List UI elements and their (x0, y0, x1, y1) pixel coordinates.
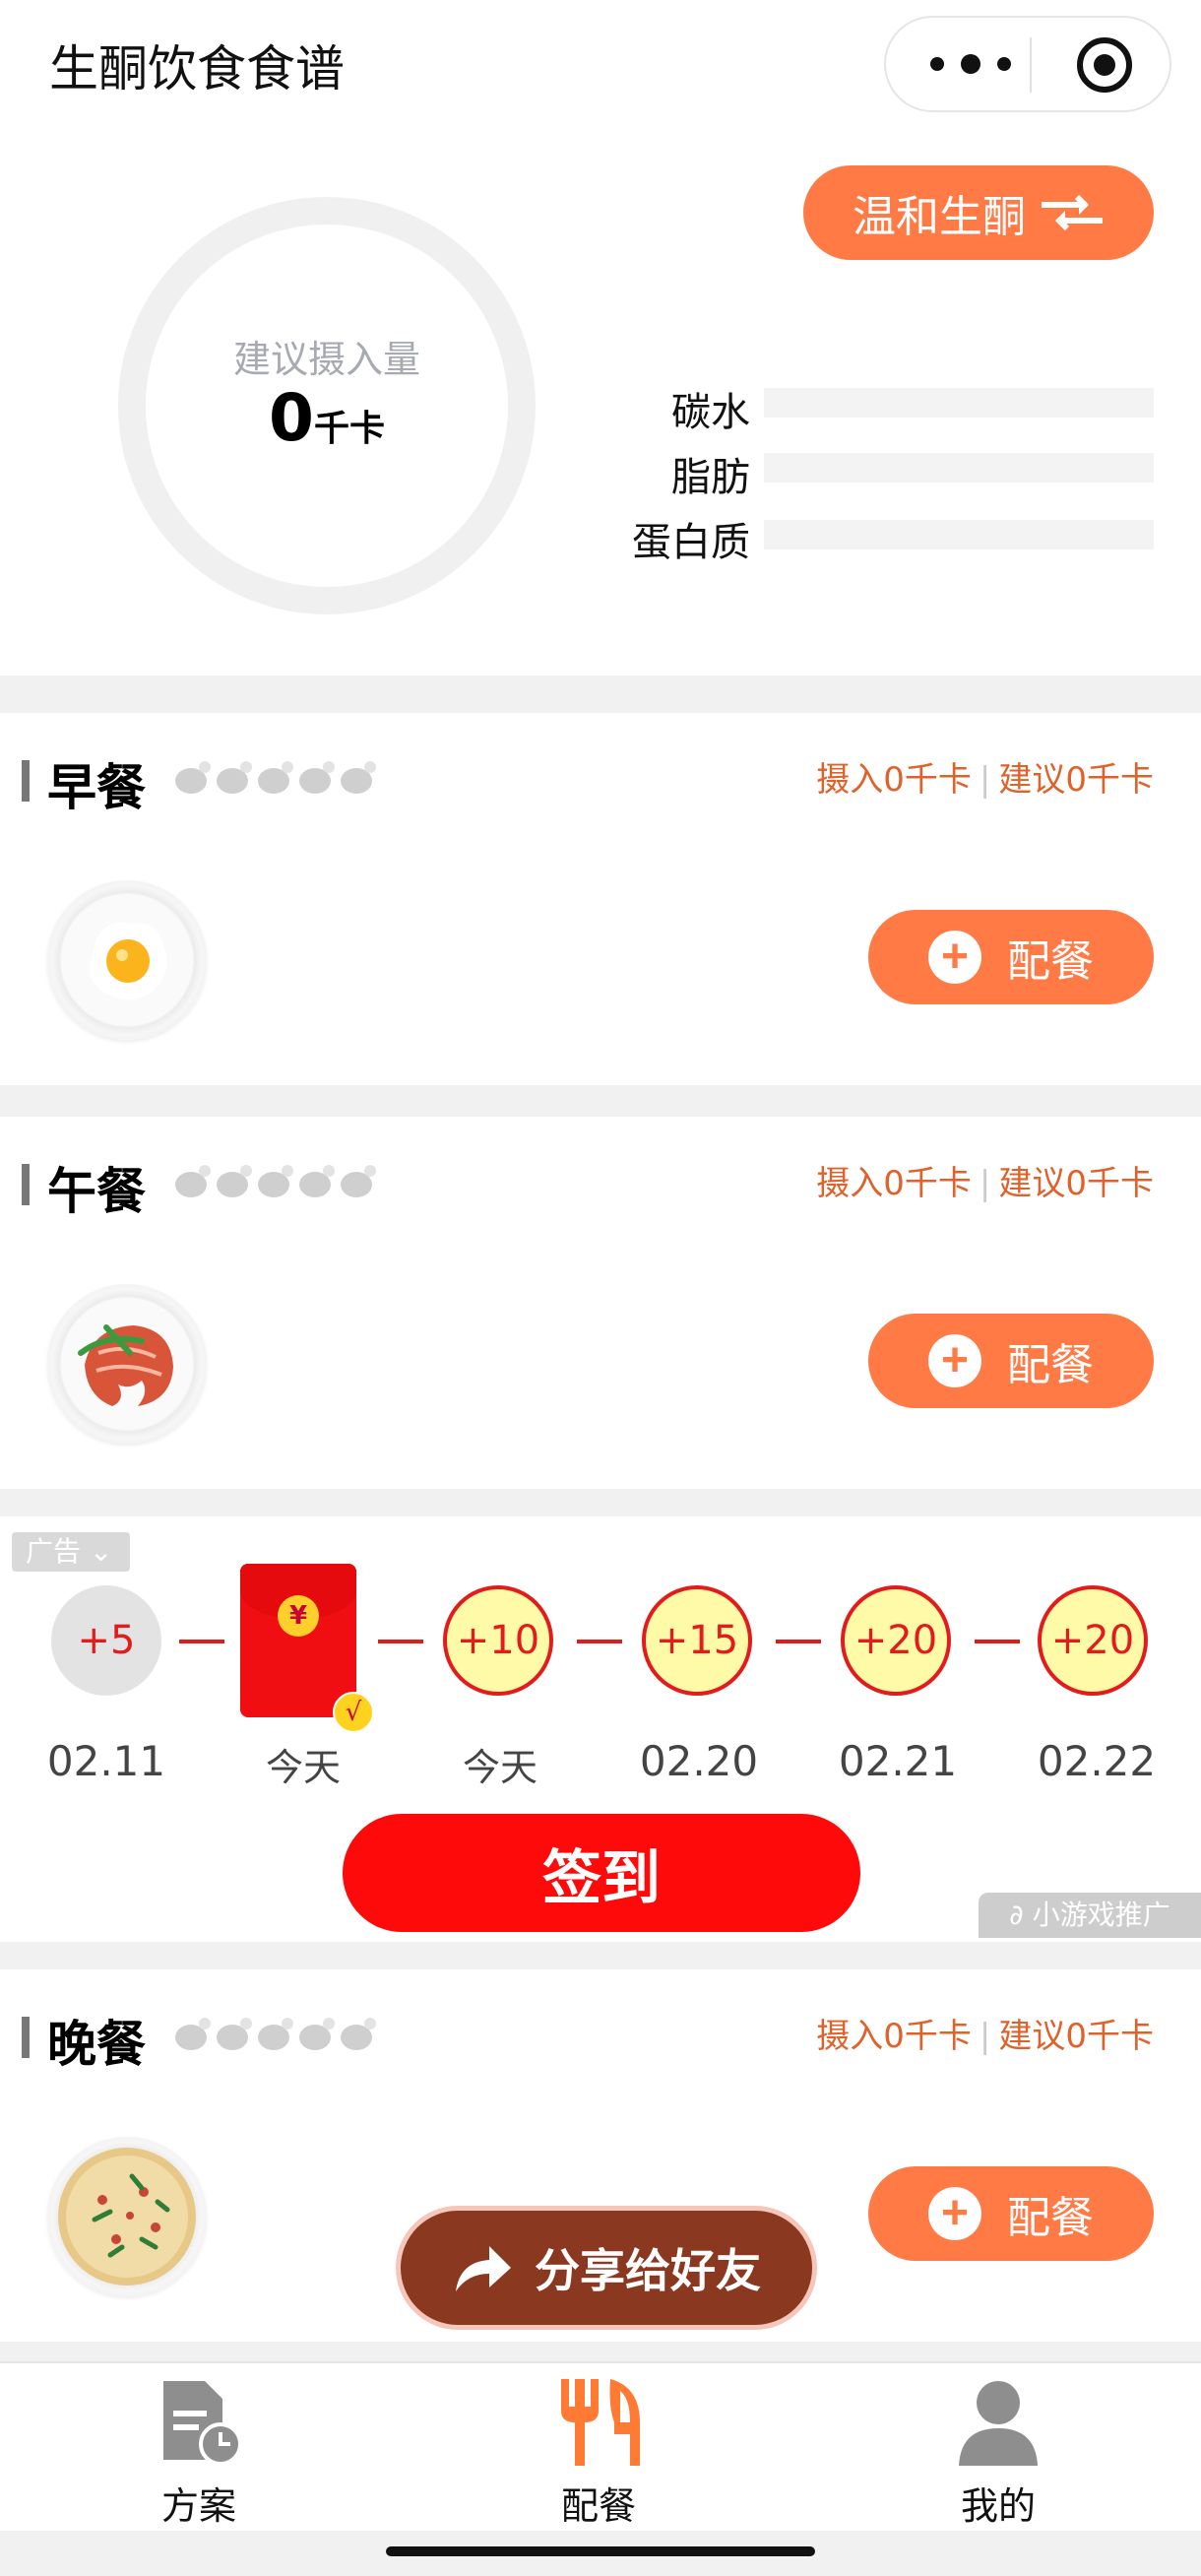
meal-intake: 摄入0千卡 (816, 1164, 972, 1203)
pizza-dish-icon (47, 2137, 207, 2296)
drumstick-rating-icon (175, 2018, 376, 2050)
meal-intake: 摄入0千卡 (816, 2017, 972, 2056)
fried-egg-icon (47, 880, 207, 1040)
checkin-connector (776, 1640, 821, 1643)
macro-fat-bar (764, 453, 1154, 483)
home-indicator (386, 2546, 815, 2556)
add-meal-button-dinner[interactable]: + 配餐 (868, 2166, 1154, 2261)
add-meal-label: 配餐 (1007, 937, 1094, 986)
add-meal-button-lunch[interactable]: + 配餐 (868, 1314, 1154, 1408)
add-meal-button-breakfast[interactable]: + 配餐 (868, 910, 1154, 1004)
tab-meal-label: 配餐 (560, 2484, 636, 2528)
checkin-connector (577, 1640, 622, 1643)
macro-fat-label: 脂肪 (671, 455, 750, 500)
meal-accent-bar (22, 2017, 30, 2058)
meal-suggest: 建议0千卡 (998, 2017, 1154, 2056)
info-separator: | (979, 2017, 991, 2056)
calorie-unit: 千卡 (313, 409, 385, 449)
checkin-bonus-day4: +15 (642, 1585, 752, 1696)
meal-accent-bar (22, 1164, 30, 1205)
macro-carbs-bar (764, 388, 1154, 418)
tab-plan[interactable]: 方案 (100, 2373, 297, 2528)
tab-meal[interactable]: 配餐 (500, 2373, 697, 2528)
add-meal-label: 配餐 (1007, 1341, 1094, 1389)
macro-protein-bar (764, 520, 1154, 549)
calorie-number: 0 (269, 380, 314, 456)
mini-game-promo-tag[interactable]: ∂ 小游戏推广 (979, 1893, 1201, 1938)
checkin-date: 02.21 (838, 1737, 958, 1785)
meal-accent-bar (22, 760, 30, 802)
tab-plan-label: 方案 (160, 2484, 236, 2528)
yuan-coin-icon: ¥ (278, 1595, 319, 1637)
checkin-bonus-day5: +20 (841, 1585, 951, 1696)
meal-calorie-info: 摄入0千卡 | 建议0千卡 (816, 2009, 1154, 2057)
macro-carbs-label: 碳水 (671, 390, 750, 435)
meal-title-lunch: 午餐 (47, 1163, 146, 1220)
tab-mine-label: 我的 (960, 2484, 1036, 2528)
checkin-connector (378, 1640, 423, 1643)
checkin-date: 02.20 (639, 1737, 759, 1785)
checkin-bonus-day3: +10 (443, 1585, 553, 1696)
close-miniprogram-icon[interactable] (1075, 35, 1134, 95)
chevron-down-icon: ⌄ (89, 1535, 113, 1568)
salmon-dish-icon (47, 1284, 207, 1444)
plus-icon: + (928, 1334, 981, 1387)
drumstick-rating-icon (175, 1165, 376, 1197)
share-label: 分享给好友 (535, 2245, 761, 2296)
diet-mode-button[interactable]: 温和生酮 (803, 165, 1154, 260)
miniprogram-capsule (884, 16, 1171, 112)
plan-icon (163, 2381, 242, 2466)
plus-icon: + (928, 931, 981, 984)
share-arrow-icon (456, 2246, 511, 2291)
red-envelope-icon: ¥ √ (240, 1564, 374, 1733)
checkin-connector (975, 1640, 1020, 1643)
info-separator: | (979, 1164, 991, 1203)
checkin-connector (179, 1640, 224, 1643)
user-icon (959, 2381, 1038, 2466)
checkin-bonus-day1: +5 (51, 1585, 161, 1696)
ad-tag[interactable]: 广告 ⌄ (12, 1532, 130, 1572)
meal-intake: 摄入0千卡 (816, 760, 972, 800)
add-meal-label: 配餐 (1007, 2194, 1094, 2242)
checkin-date: 今天 (265, 1746, 341, 1789)
meal-suggest: 建议0千卡 (998, 760, 1154, 800)
capsule-divider (1030, 37, 1032, 93)
tab-mine[interactable]: 我的 (900, 2373, 1097, 2528)
meal-calorie-info: 摄入0千卡 | 建议0千卡 (816, 752, 1154, 801)
switch-arrows-icon (1042, 194, 1103, 231)
plus-icon: + (928, 2187, 981, 2240)
diet-mode-label: 温和生酮 (853, 193, 1026, 241)
checkin-bonus-day6: +20 (1038, 1585, 1148, 1696)
meal-calorie-info: 摄入0千卡 | 建议0千卡 (816, 1156, 1154, 1204)
drumstick-rating-icon (175, 761, 376, 794)
info-separator: | (979, 760, 991, 800)
page-title: 生酮饮食食谱 (49, 40, 345, 97)
calorie-value: 0千卡 (118, 380, 536, 456)
checkin-date: 02.11 (46, 1737, 166, 1785)
checkin-date: 02.22 (1037, 1737, 1157, 1785)
checkin-date: 今天 (462, 1746, 537, 1789)
promo-label: 小游戏推广 (1032, 1899, 1170, 1931)
share-to-friends-button[interactable]: 分享给好友 (396, 2206, 817, 2330)
ad-tag-label: 广告 (26, 1535, 82, 1568)
check-icon: √ (333, 1692, 374, 1733)
meal-title-dinner: 晚餐 (47, 2016, 146, 2073)
meal-title-breakfast: 早餐 (47, 759, 146, 816)
checkin-button[interactable]: 签到 (343, 1814, 860, 1932)
macro-protein-label: 蛋白质 (632, 520, 750, 565)
ring-label: 建议摄入量 (232, 338, 420, 381)
meal-suggest: 建议0千卡 (998, 1164, 1154, 1203)
fork-knife-icon (561, 2379, 640, 2466)
more-icon[interactable] (923, 49, 1022, 79)
link-icon: ∂ (1009, 1899, 1024, 1931)
